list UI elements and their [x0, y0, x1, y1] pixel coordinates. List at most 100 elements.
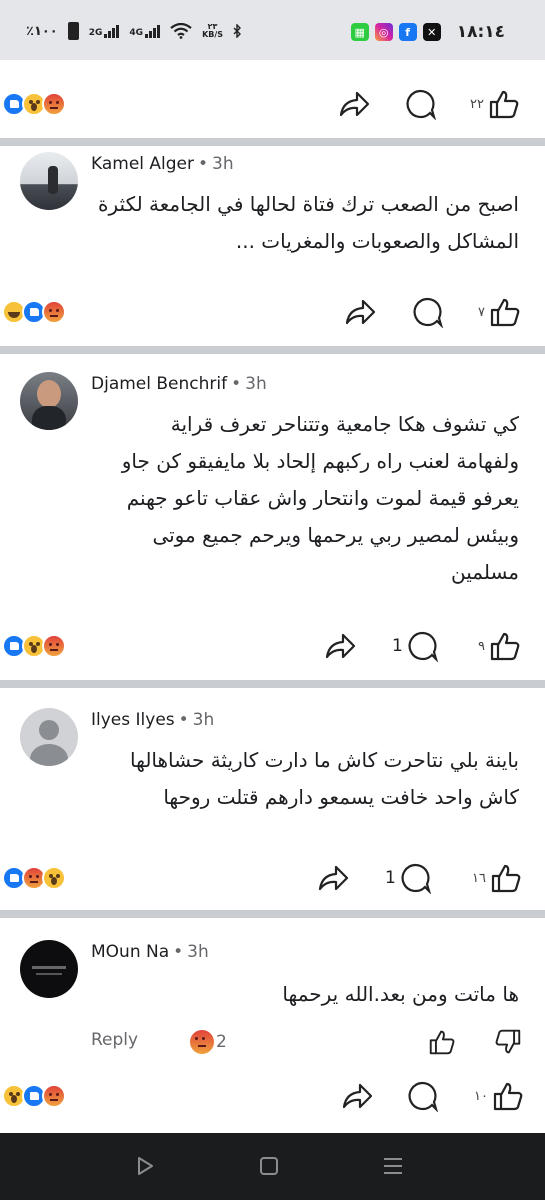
- comment-button[interactable]: [410, 296, 444, 328]
- back-button[interactable]: [134, 1155, 156, 1177]
- reply-like-button[interactable]: [428, 1026, 456, 1058]
- clock: ١٨:١٤: [456, 22, 505, 42]
- angry-reaction-icon: [42, 300, 66, 324]
- comment-button[interactable]: 1: [392, 630, 439, 662]
- comment-item: Djamel Benchrif • 3h كي تشوف هكا جامعية وت…: [0, 354, 545, 680]
- recents-button[interactable]: [382, 1155, 404, 1177]
- comment-button[interactable]: [403, 88, 437, 120]
- comment-button[interactable]: 1: [385, 862, 432, 894]
- share-button[interactable]: [340, 1080, 374, 1112]
- comment-item: Ilyes Ilyes • 3h باينة بلي نتاحرت كاش ما د…: [0, 688, 545, 910]
- comment-count: 1: [392, 636, 403, 656]
- comment-time: 3h: [187, 942, 209, 962]
- separator: [0, 346, 545, 354]
- comment-author[interactable]: Ilyes Ilyes: [91, 710, 175, 730]
- reply-reaction-summary[interactable]: 2: [190, 1030, 227, 1054]
- status-right: ▦ ◎ f ✕ ١٨:١٤: [350, 22, 505, 42]
- thumbs-up-icon: [491, 864, 521, 893]
- comment-text: باينة بلي نتاحرت كاش ما دارت كاريثة حشاه…: [130, 748, 519, 809]
- signal-4g: 4G: [129, 24, 161, 38]
- comment-author[interactable]: Djamel Benchrif: [91, 374, 227, 394]
- avatar[interactable]: [20, 708, 78, 766]
- comment-time: 3h: [245, 374, 267, 394]
- angry-reaction-icon: [190, 1030, 214, 1054]
- separator: [0, 138, 545, 146]
- reaction-summary[interactable]: [2, 92, 66, 116]
- reaction-summary[interactable]: [2, 300, 66, 324]
- reply-dislike-button[interactable]: [494, 1026, 522, 1058]
- menu-lines-icon: [384, 1158, 402, 1174]
- share-icon: [345, 299, 376, 325]
- angry-reaction-icon: [42, 1084, 66, 1108]
- status-bar: ٪١٠٠ 2G 4G ٢٣ KB/S ▦ ◎ f ✕ ١٨:١٤: [0, 0, 545, 60]
- like-button[interactable]: ١٠: [474, 1080, 524, 1112]
- comment-count: 1: [385, 868, 396, 888]
- like-count: ٢٢: [470, 96, 484, 112]
- system-nav-bar: [0, 1133, 545, 1200]
- comment-author[interactable]: MOun Na: [91, 942, 169, 962]
- reply-button[interactable]: Reply: [91, 1030, 138, 1050]
- comment-icon: [408, 631, 438, 662]
- home-button[interactable]: [258, 1155, 280, 1177]
- angry-reaction-icon: [42, 634, 66, 658]
- comment-icon: [401, 863, 431, 894]
- comment-action-row: ٧: [0, 292, 545, 332]
- thumbs-up-icon: [490, 632, 520, 661]
- thumbs-up-icon: [490, 298, 520, 327]
- comment-header: MOun Na • 3h: [91, 942, 209, 962]
- like-button[interactable]: ١٦: [472, 862, 522, 894]
- share-icon: [318, 865, 349, 891]
- instagram-icon: ◎: [374, 23, 393, 41]
- wifi-icon: [170, 23, 192, 39]
- comment-action-row: 1 ٩: [0, 626, 545, 666]
- comment-author[interactable]: Kamel Alger: [91, 154, 194, 174]
- comment-header: Kamel Alger • 3h: [91, 154, 234, 174]
- like-button[interactable]: ٢٢: [470, 88, 520, 120]
- comment-icon: [406, 89, 437, 120]
- separator: [0, 910, 545, 918]
- avatar[interactable]: [20, 372, 78, 430]
- share-button[interactable]: [343, 296, 377, 328]
- comment-text: ها ماتت ومن بعد.الله يرحمها: [282, 982, 519, 1006]
- separator: [0, 680, 545, 688]
- wow-reaction-icon: [42, 866, 66, 890]
- speed-indicator: ٢٣ KB/S: [202, 22, 224, 39]
- signal-bars-icon: [104, 24, 120, 38]
- comment-time: 3h: [212, 154, 234, 174]
- comment-button[interactable]: [405, 1080, 439, 1112]
- signal-2g: 2G: [89, 24, 120, 38]
- comment-icon: [408, 1081, 439, 1112]
- comment-header: Djamel Benchrif • 3h: [91, 374, 267, 394]
- battery-icon: [67, 22, 79, 40]
- back-triangle-icon: [138, 1157, 153, 1175]
- comment-header: Ilyes Ilyes • 3h: [91, 710, 215, 730]
- avatar[interactable]: [20, 940, 78, 998]
- reaction-summary[interactable]: [2, 634, 66, 658]
- facebook-icon: f: [398, 23, 417, 41]
- grid-app-icon: ▦: [350, 23, 369, 41]
- post-action-row: ٢٢: [0, 84, 545, 124]
- avatar[interactable]: [20, 152, 78, 210]
- share-icon: [339, 91, 370, 117]
- thumbs-up-icon: [429, 1030, 455, 1055]
- like-button[interactable]: ٩: [478, 630, 521, 662]
- like-count: ٧: [478, 304, 485, 320]
- share-button[interactable]: [323, 630, 357, 662]
- reaction-summary[interactable]: [2, 1084, 66, 1108]
- comment-item: MOun Na • 3h ها ماتت ومن بعد.الله يرحمها R…: [0, 918, 545, 1128]
- share-button[interactable]: [337, 88, 371, 120]
- like-count: ١٠: [474, 1088, 488, 1104]
- reaction-summary[interactable]: [2, 866, 66, 890]
- comment-icon: [413, 297, 444, 328]
- like-count: ٩: [478, 638, 485, 654]
- like-button[interactable]: ٧: [478, 296, 521, 328]
- signal-bars-icon: [145, 24, 161, 38]
- share-button[interactable]: [316, 862, 350, 894]
- share-icon: [325, 633, 356, 659]
- x-icon: ✕: [422, 23, 441, 41]
- thumbs-up-icon: [493, 1082, 523, 1111]
- like-count: ١٦: [472, 870, 486, 886]
- share-icon: [342, 1083, 373, 1109]
- reply-reaction-count: 2: [216, 1032, 227, 1052]
- home-square-icon: [260, 1157, 278, 1175]
